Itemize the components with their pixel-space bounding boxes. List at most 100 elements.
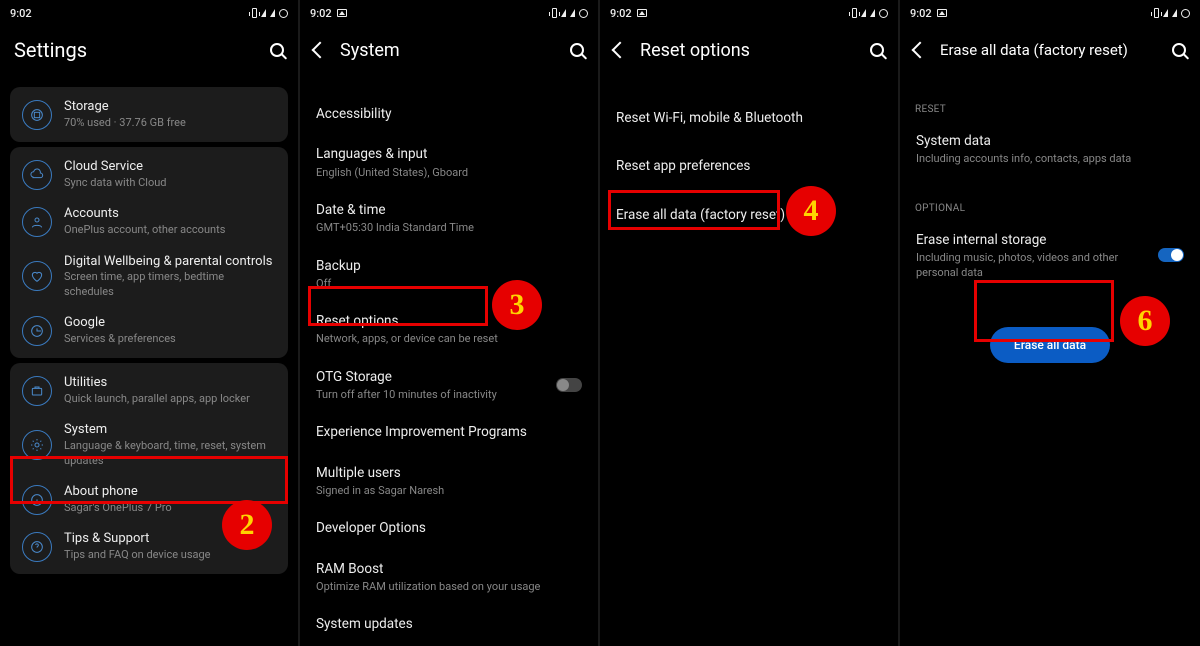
row-wellbeing[interactable]: Digital Wellbeing & parental controlsScr…: [10, 246, 288, 307]
panel-reset-options: 9:02 Reset options Reset Wi-Fi, mobile &…: [600, 0, 900, 646]
sub: English (United States), Gboard: [316, 165, 582, 180]
sub: Tips and FAQ on device usage: [64, 548, 276, 562]
row-sysupdates[interactable]: System updates: [300, 604, 598, 644]
step-badge: 3: [492, 280, 542, 330]
row-reset-app-prefs[interactable]: Reset app preferences: [600, 142, 898, 190]
row-reset-wifi[interactable]: Reset Wi-Fi, mobile & Bluetooth: [600, 94, 898, 142]
label: Erase all data (factory reset): [616, 205, 882, 225]
page-title: System: [340, 40, 556, 61]
row-system-data[interactable]: System dataIncluding accounts info, cont…: [900, 121, 1200, 177]
toggle-off[interactable]: [556, 378, 582, 392]
clock: 9:02: [610, 7, 632, 20]
info-icon: [22, 485, 52, 515]
label: Reset Wi-Fi, mobile & Bluetooth: [616, 108, 882, 128]
sub: Services & preferences: [64, 332, 276, 346]
section-optional: OPTIONAL: [900, 177, 1200, 220]
clock: 9:02: [310, 7, 332, 20]
label: Accounts: [64, 206, 276, 223]
status-icons: [552, 8, 588, 18]
user-icon: [22, 207, 52, 237]
sub: Off: [316, 276, 582, 291]
sub: Signed in as Sagar Naresh: [316, 483, 582, 498]
label: RAM Boost: [316, 559, 582, 579]
erase-all-button[interactable]: Erase all data: [990, 327, 1110, 363]
label: Erase internal storage: [916, 230, 1150, 250]
row-accounts[interactable]: AccountsOnePlus account, other accounts: [10, 198, 288, 245]
search-icon[interactable]: [870, 43, 884, 57]
page-title: Reset options: [640, 40, 856, 61]
status-icons: [252, 8, 288, 18]
back-icon[interactable]: [912, 42, 929, 59]
section-reset: RESET: [900, 74, 1200, 121]
label: Google: [64, 315, 276, 332]
row-otg[interactable]: OTG StorageTurn off after 10 minutes of …: [300, 357, 598, 413]
row-ramboost[interactable]: RAM BoostOptimize RAM utilization based …: [300, 549, 598, 605]
signal-icon: [270, 9, 275, 17]
row-datetime[interactable]: Date & timeGMT+05:30 India Standard Time: [300, 190, 598, 246]
row-google[interactable]: GoogleServices & preferences: [10, 307, 288, 354]
row-erase-storage[interactable]: Erase internal storageIncluding music, p…: [900, 220, 1200, 291]
status-bar: 9:02: [300, 0, 598, 26]
vibrate-icon: [252, 8, 257, 18]
search-icon[interactable]: [270, 43, 284, 57]
label: Accessibility: [316, 104, 582, 124]
page-title: Settings: [14, 38, 256, 62]
sub: Screen time, app timers, bedtime schedul…: [64, 270, 276, 299]
label: Multiple users: [316, 463, 582, 483]
signal-icon: [1163, 9, 1168, 17]
search-icon[interactable]: [570, 43, 584, 57]
sub: Including accounts info, contacts, apps …: [916, 151, 1184, 166]
row-accessibility[interactable]: Accessibility: [300, 94, 598, 134]
row-experience[interactable]: Experience Improvement Programs: [300, 412, 598, 452]
label: Cloud Service: [64, 159, 276, 176]
storage-icon: [22, 100, 52, 130]
toggle-on[interactable]: [1158, 248, 1184, 262]
label: OTG Storage: [316, 367, 548, 387]
row-cloud[interactable]: Cloud ServiceSync data with Cloud: [10, 151, 288, 198]
gear-icon: [22, 430, 52, 460]
label: Reset options: [316, 311, 582, 331]
sub: Turn off after 10 minutes of inactivity: [316, 387, 548, 402]
sub: Quick launch, parallel apps, app locker: [64, 392, 276, 406]
sub: Language & keyboard, time, reset, system…: [64, 439, 276, 468]
status-icons: [852, 8, 888, 18]
battery-icon: [879, 9, 888, 18]
sub: OnePlus account, other accounts: [64, 223, 276, 237]
sub: Network, apps, or device can be reset: [316, 331, 582, 346]
row-storage[interactable]: Storage 70% used · 37.76 GB free: [10, 91, 288, 138]
row-multiuser[interactable]: Multiple usersSigned in as Sagar Naresh: [300, 453, 598, 509]
row-erase-all[interactable]: Erase all data (factory reset): [600, 191, 898, 239]
search-icon[interactable]: [1172, 43, 1186, 57]
row-backup[interactable]: BackupOff: [300, 246, 598, 302]
panel-system: 9:02 System Accessibility Languages & in…: [300, 0, 600, 646]
back-icon[interactable]: [612, 42, 629, 59]
panel-erase-all: 9:02 Erase all data (factory reset) RESE…: [900, 0, 1200, 646]
sub: 70% used · 37.76 GB free: [64, 116, 276, 130]
heart-icon: [22, 261, 52, 291]
battery-icon: [579, 9, 588, 18]
status-bar: 9:02: [0, 0, 298, 26]
label: Storage: [64, 99, 276, 116]
row-devopts[interactable]: Developer Options: [300, 508, 598, 548]
screenshot-icon: [337, 9, 347, 17]
row-system[interactable]: SystemLanguage & keyboard, time, reset, …: [10, 414, 288, 475]
signal-icon: [1172, 9, 1177, 17]
status-icons: [1154, 8, 1190, 18]
row-languages[interactable]: Languages & inputEnglish (United States)…: [300, 134, 598, 190]
signal-icon: [861, 9, 866, 17]
vibrate-icon: [552, 8, 557, 18]
header: System: [300, 26, 598, 74]
label: System data: [916, 131, 1184, 151]
label: Languages & input: [316, 144, 582, 164]
label: Utilities: [64, 375, 276, 392]
signal-icon: [261, 9, 266, 17]
row-reset-options[interactable]: Reset optionsNetwork, apps, or device ca…: [300, 301, 598, 357]
clock: 9:02: [910, 7, 932, 20]
back-icon[interactable]: [312, 42, 329, 59]
status-bar: 9:02: [600, 0, 898, 26]
sub: Sync data with Cloud: [64, 176, 276, 190]
step-badge: 2: [222, 500, 272, 550]
row-utilities[interactable]: UtilitiesQuick launch, parallel apps, ap…: [10, 367, 288, 414]
step-badge: 6: [1120, 296, 1170, 346]
briefcase-icon: [22, 376, 52, 406]
